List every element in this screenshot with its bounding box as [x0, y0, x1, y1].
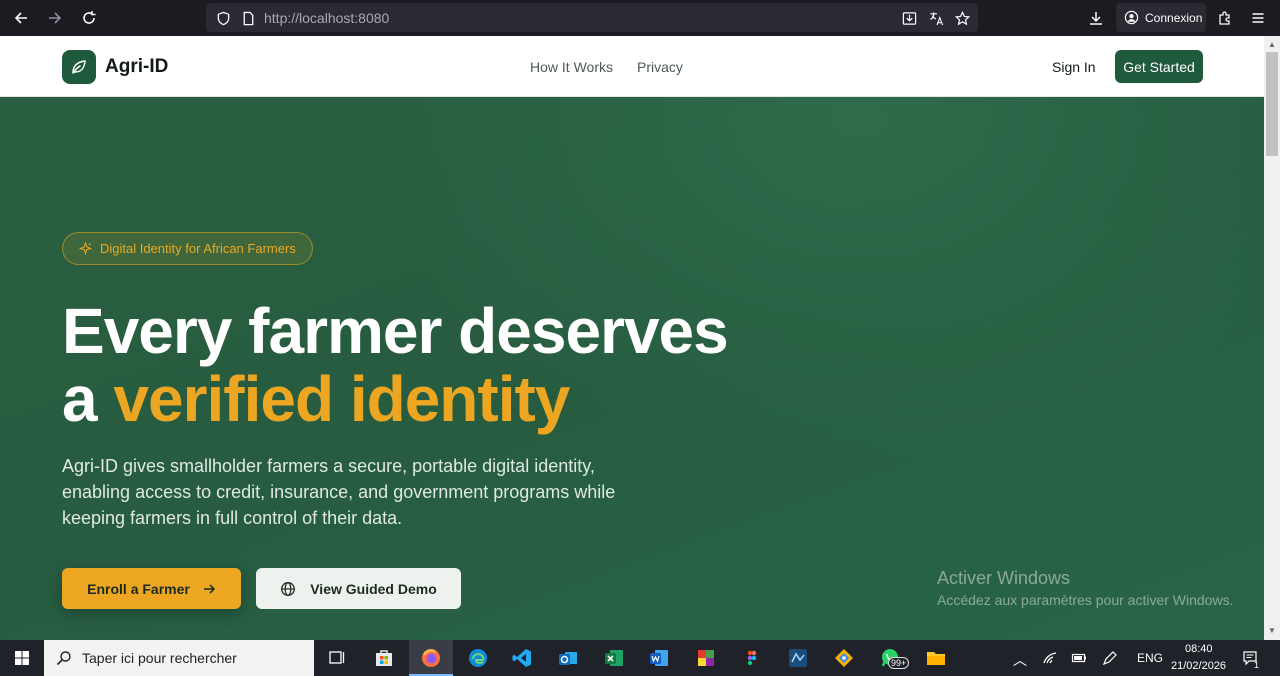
scroll-up-icon[interactable]: ▲ [1268, 40, 1276, 49]
globe-icon [281, 581, 296, 596]
whatsapp-badge: 99+ [888, 657, 910, 669]
url-host: http://localhost [264, 10, 355, 26]
url-port: :8080 [354, 10, 390, 26]
clock-date[interactable]: 21/02/2026 [1171, 660, 1226, 672]
headline-line-2: a verified identity [62, 365, 822, 433]
back-icon[interactable] [6, 3, 36, 33]
account-button[interactable]: Connexion [1116, 3, 1206, 32]
taskbar: Taper ici pour rechercher 99+ ︿ ENG 08:4… [0, 640, 1280, 676]
tray-chevron-icon[interactable]: ︿ [1013, 650, 1027, 670]
nav-how-it-works[interactable]: How It Works [530, 59, 613, 75]
bookmark-star-icon[interactable] [953, 9, 971, 27]
sparkle-icon [79, 242, 92, 255]
headline-accent: verified identity [113, 363, 570, 435]
notification-count: 1 [1254, 660, 1260, 670]
url-text: http://localhost:8080 [264, 10, 389, 26]
download-page-icon[interactable] [900, 9, 918, 27]
downloads-icon[interactable] [1081, 3, 1111, 33]
hero-badge: Digital Identity for African Farmers [62, 232, 313, 265]
pen-icon[interactable] [1102, 650, 1118, 666]
url-bar[interactable]: http://localhost:8080 [206, 3, 978, 32]
firefox-icon[interactable] [409, 640, 453, 676]
battery-icon[interactable] [1071, 650, 1087, 666]
nav-privacy[interactable]: Privacy [637, 59, 683, 75]
headline-prefix: a [62, 363, 114, 435]
forward-icon[interactable] [40, 3, 70, 33]
sign-in-link[interactable]: Sign In [1052, 59, 1096, 75]
page-viewport: Agri-ID How It Works Privacy Sign In Get… [0, 36, 1280, 640]
get-started-button[interactable]: Get Started [1115, 50, 1203, 83]
guided-demo-button[interactable]: View Guided Demo [256, 568, 461, 609]
figma-icon[interactable] [730, 640, 774, 676]
git-tool-icon[interactable] [822, 640, 866, 676]
hero-description: Agri-ID gives smallholder farmers a secu… [62, 456, 616, 528]
shield-icon[interactable] [214, 9, 232, 27]
translate-icon[interactable] [927, 9, 945, 27]
browser-toolbar: http://localhost:8080 Connexion [0, 0, 1280, 36]
menu-icon[interactable] [1243, 3, 1273, 33]
excel-icon[interactable] [592, 640, 636, 676]
store-icon[interactable] [362, 640, 406, 676]
file-explorer-icon[interactable] [914, 640, 958, 676]
hero-section: Digital Identity for African Farmers Eve… [0, 97, 1264, 640]
arrow-right-icon [203, 583, 215, 594]
database-tool-icon[interactable] [776, 640, 820, 676]
enroll-farmer-button[interactable]: Enroll a Farmer [62, 568, 241, 609]
account-label: Connexion [1145, 10, 1203, 25]
task-view-icon[interactable] [315, 640, 359, 676]
headline-line-1: Every farmer deserves [62, 295, 729, 367]
windows-start-icon[interactable] [0, 640, 44, 676]
logo[interactable] [62, 50, 96, 84]
language-indicator[interactable]: ENG [1137, 651, 1163, 665]
page-icon[interactable] [239, 9, 257, 27]
clock-time[interactable]: 08:40 [1185, 643, 1213, 655]
reload-icon[interactable] [74, 3, 104, 33]
scroll-thumb[interactable] [1266, 52, 1278, 156]
search-icon [56, 651, 71, 666]
scroll-down-icon[interactable]: ▼ [1268, 626, 1276, 635]
activate-windows-title: Activer Windows [937, 568, 1071, 588]
leaf-icon [72, 60, 86, 74]
outlook-icon[interactable] [546, 640, 590, 676]
network-icon[interactable] [1042, 650, 1058, 666]
guided-demo-label: View Guided Demo [310, 580, 437, 597]
search-placeholder: Taper ici pour rechercher [82, 650, 237, 666]
app-grid-icon[interactable] [684, 640, 728, 676]
edge-icon[interactable] [456, 640, 500, 676]
enroll-farmer-label: Enroll a Farmer [87, 580, 190, 597]
extensions-icon[interactable] [1210, 3, 1240, 33]
hero-headline: Every farmer deserves a verified identit… [62, 297, 822, 433]
activate-windows-subtitle: Accédez aux paramètres pour activer Wind… [937, 592, 1234, 608]
word-icon[interactable] [637, 640, 681, 676]
account-icon [1124, 10, 1139, 25]
brand-name[interactable]: Agri-ID [105, 56, 168, 78]
vscode-icon[interactable] [500, 640, 544, 676]
hero-badge-label: Digital Identity for African Farmers [100, 241, 296, 256]
page-scrollbar[interactable]: ▲ ▼ [1264, 36, 1280, 640]
taskbar-search[interactable]: Taper ici pour rechercher [44, 640, 314, 676]
site-header: Agri-ID How It Works Privacy Sign In Get… [0, 36, 1264, 97]
